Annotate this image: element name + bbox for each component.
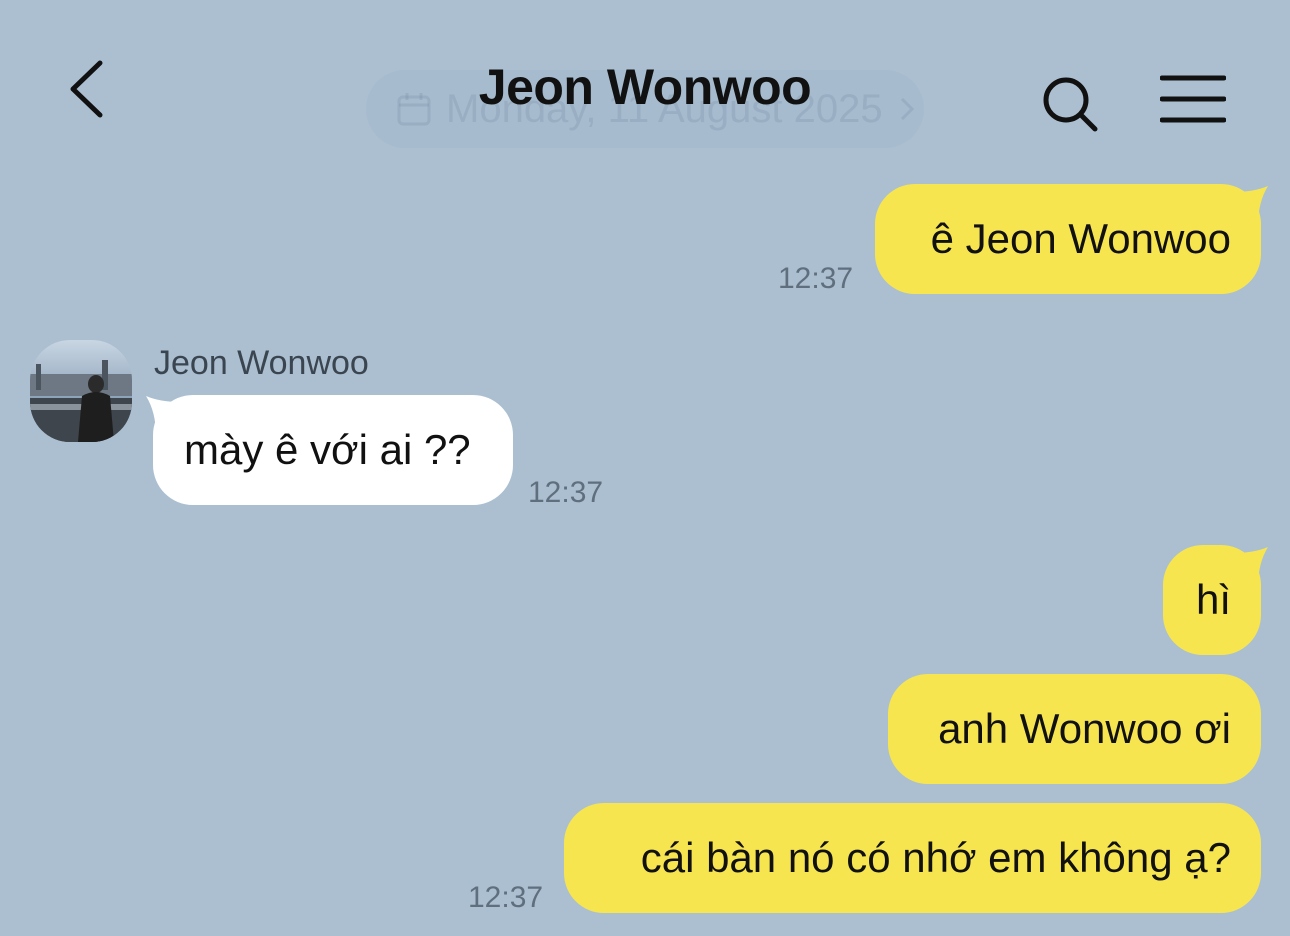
message-bubble-outgoing[interactable]: ê Jeon Wonwoo xyxy=(875,184,1261,294)
hamburger-menu-icon xyxy=(1159,75,1227,123)
message-bubble-outgoing[interactable]: anh Wonwoo ơi xyxy=(888,674,1261,784)
search-button[interactable] xyxy=(1040,74,1100,134)
sender-name: Jeon Wonwoo xyxy=(154,344,369,382)
message-time: 12:37 xyxy=(528,476,604,509)
menu-button[interactable] xyxy=(1159,74,1227,126)
search-icon xyxy=(1043,77,1098,132)
message-time: 12:37 xyxy=(468,881,544,914)
message-time: 12:37 xyxy=(778,262,854,295)
message-text: ê Jeon Wonwoo xyxy=(930,215,1231,262)
message-text: mày ê với ai ?? xyxy=(184,426,471,473)
message-bubble-outgoing[interactable]: cái bàn nó có nhớ em không ạ? xyxy=(564,803,1261,913)
message-text: anh Wonwoo ơi xyxy=(938,705,1231,752)
message-text: cái bàn nó có nhớ em không ạ? xyxy=(640,834,1231,881)
message-bubble-outgoing[interactable]: hì xyxy=(1163,545,1261,655)
chat-header: Monday, 11 August 2025 Jeon Wonwoo xyxy=(0,0,1290,160)
message-text: hì xyxy=(1195,576,1231,623)
contact-avatar[interactable] xyxy=(30,340,132,442)
avatar-photo xyxy=(30,340,132,442)
message-bubble-incoming[interactable]: mày ê với ai ?? xyxy=(153,395,513,505)
